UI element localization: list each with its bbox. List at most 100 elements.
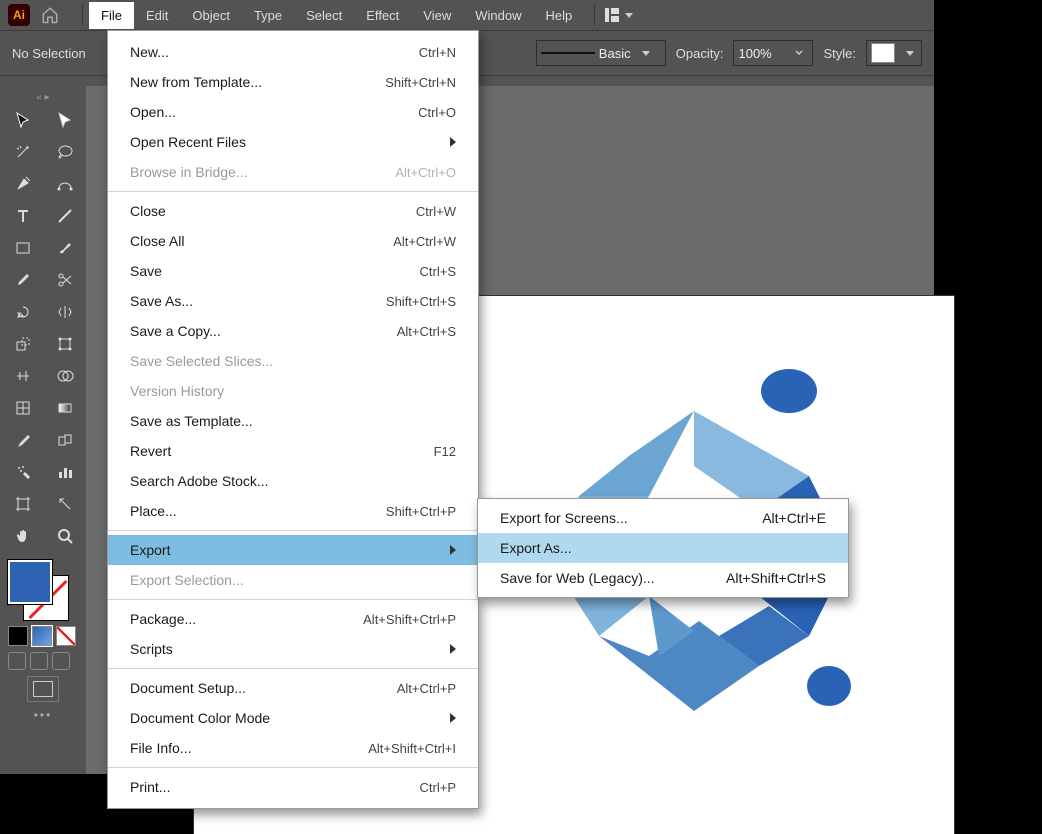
menu-label: Select: [306, 8, 342, 23]
menu-item-export[interactable]: Export: [108, 535, 478, 565]
menu-item-close[interactable]: CloseCtrl+W: [108, 196, 478, 226]
mesh-tool[interactable]: [4, 394, 42, 422]
fill-swatch[interactable]: [8, 560, 52, 604]
app-window: Ai File Edit Object Type Select Effect V…: [0, 0, 934, 774]
menu-item-save-a-copy[interactable]: Save a Copy...Alt+Ctrl+S: [108, 316, 478, 346]
scissors-tool[interactable]: [46, 266, 84, 294]
menu-item-document-setup[interactable]: Document Setup...Alt+Ctrl+P: [108, 673, 478, 703]
fill-stroke-selector[interactable]: [8, 560, 68, 620]
menu-item-document-color-mode[interactable]: Document Color Mode: [108, 703, 478, 733]
opacity-field[interactable]: 100%: [733, 40, 813, 66]
menu-item-label: Search Adobe Stock...: [130, 473, 269, 489]
artboard-tool[interactable]: [4, 490, 42, 518]
submenu-item-save-for-web-legacy[interactable]: Save for Web (Legacy)...Alt+Shift+Ctrl+S: [478, 563, 848, 593]
menu-item-open[interactable]: Open...Ctrl+O: [108, 97, 478, 127]
color-mode-none[interactable]: [56, 626, 76, 646]
menu-item-search-adobe-stock[interactable]: Search Adobe Stock...: [108, 466, 478, 496]
arrange-documents-button[interactable]: [605, 6, 633, 24]
draw-mode-behind[interactable]: [30, 652, 48, 670]
lasso-tool[interactable]: [46, 138, 84, 166]
magic-wand-tool[interactable]: [4, 138, 42, 166]
rectangle-tool[interactable]: [4, 234, 42, 262]
menu-file[interactable]: File: [89, 2, 134, 29]
submenu-item-export-for-screens[interactable]: Export for Screens... Alt+Ctrl+E: [478, 503, 848, 533]
submenu-item-export-as[interactable]: Export As...: [478, 533, 848, 563]
menu-item-version-history: Version History: [108, 376, 478, 406]
menu-item-print[interactable]: Print...Ctrl+P: [108, 772, 478, 802]
opacity-label: Opacity:: [676, 46, 724, 61]
direct-selection-tool[interactable]: [46, 106, 84, 134]
symbol-sprayer-tool[interactable]: [4, 458, 42, 486]
shape-builder-tool[interactable]: [46, 362, 84, 390]
zoom-tool[interactable]: [46, 522, 84, 550]
menu-item-label: File Info...: [130, 740, 191, 756]
home-icon[interactable]: [38, 3, 62, 27]
menu-item-save-selected-slices: Save Selected Slices...: [108, 346, 478, 376]
rotate-tool[interactable]: [4, 298, 42, 326]
color-mode-solid[interactable]: [8, 626, 28, 646]
menu-edit[interactable]: Edit: [134, 2, 180, 29]
menu-item-revert[interactable]: RevertF12: [108, 436, 478, 466]
selection-tool[interactable]: [4, 106, 42, 134]
slice-tool[interactable]: [46, 490, 84, 518]
reflect-tool[interactable]: [46, 298, 84, 326]
chevron-down-icon: [642, 51, 650, 56]
type-tool[interactable]: [4, 202, 42, 230]
menu-item-label: Export: [130, 542, 170, 558]
free-transform-tool[interactable]: [46, 330, 84, 358]
color-mode-gradient[interactable]: [32, 626, 52, 646]
scale-tool[interactable]: [4, 330, 42, 358]
submenu-item-label: Export for Screens...: [500, 510, 628, 526]
hand-tool[interactable]: [4, 522, 42, 550]
graphic-style-combo[interactable]: [866, 40, 922, 66]
divider: [594, 4, 595, 26]
chevron-down-icon: [625, 13, 633, 18]
line-tool[interactable]: [46, 202, 84, 230]
menu-item-shortcut: Alt+Shift+Ctrl+P: [363, 612, 456, 627]
width-tool[interactable]: [4, 362, 42, 390]
menu-help[interactable]: Help: [533, 2, 584, 29]
menu-item-new-from-template[interactable]: New from Template...Shift+Ctrl+N: [108, 67, 478, 97]
menu-item-save[interactable]: SaveCtrl+S: [108, 256, 478, 286]
menu-item-close-all[interactable]: Close AllAlt+Ctrl+W: [108, 226, 478, 256]
menu-item-shortcut: Ctrl+N: [419, 45, 456, 60]
panel-resize-grip[interactable]: •••: [8, 708, 78, 722]
menu-item-scripts[interactable]: Scripts: [108, 634, 478, 664]
pencil-tool[interactable]: [4, 266, 42, 294]
menu-item-new[interactable]: New...Ctrl+N: [108, 37, 478, 67]
curvature-tool[interactable]: [46, 170, 84, 198]
menu-item-save-as[interactable]: Save As...Shift+Ctrl+S: [108, 286, 478, 316]
menu-item-shortcut: Ctrl+P: [420, 780, 456, 795]
eyedropper-tool[interactable]: [4, 426, 42, 454]
pen-tool[interactable]: [4, 170, 42, 198]
menu-type[interactable]: Type: [242, 2, 294, 29]
draw-mode-inside[interactable]: [52, 652, 70, 670]
menu-view[interactable]: View: [411, 2, 463, 29]
menubar: Ai File Edit Object Type Select Effect V…: [0, 0, 934, 31]
menu-item-shortcut: Shift+Ctrl+S: [386, 294, 456, 309]
menu-item-open-recent-files[interactable]: Open Recent Files: [108, 127, 478, 157]
panel-handle[interactable]: « ▸: [0, 92, 86, 102]
menu-object[interactable]: Object: [180, 2, 242, 29]
menu-item-shortcut: F12: [434, 444, 456, 459]
app-logo: Ai: [8, 4, 30, 26]
blend-tool[interactable]: [46, 426, 84, 454]
screen-mode-button[interactable]: [27, 676, 59, 702]
menu-effect[interactable]: Effect: [354, 2, 411, 29]
paintbrush-tool[interactable]: [46, 234, 84, 262]
menu-item-file-info[interactable]: File Info...Alt+Shift+Ctrl+I: [108, 733, 478, 763]
submenu-item-shortcut: Alt+Ctrl+E: [762, 510, 826, 526]
menu-item-save-as-template[interactable]: Save as Template...: [108, 406, 478, 436]
menu-select[interactable]: Select: [294, 2, 354, 29]
menu-item-label: Save: [130, 263, 162, 279]
gradient-tool[interactable]: [46, 394, 84, 422]
menu-item-package[interactable]: Package...Alt+Shift+Ctrl+P: [108, 604, 478, 634]
menu-item-label: Open...: [130, 104, 176, 120]
menu-item-shortcut: Shift+Ctrl+P: [386, 504, 456, 519]
column-graph-tool[interactable]: [46, 458, 84, 486]
menu-window[interactable]: Window: [463, 2, 533, 29]
draw-mode-normal[interactable]: [8, 652, 26, 670]
menu-item-place[interactable]: Place...Shift+Ctrl+P: [108, 496, 478, 526]
stroke-profile-combo[interactable]: Basic: [536, 40, 666, 66]
submenu-item-label: Export As...: [500, 540, 572, 556]
